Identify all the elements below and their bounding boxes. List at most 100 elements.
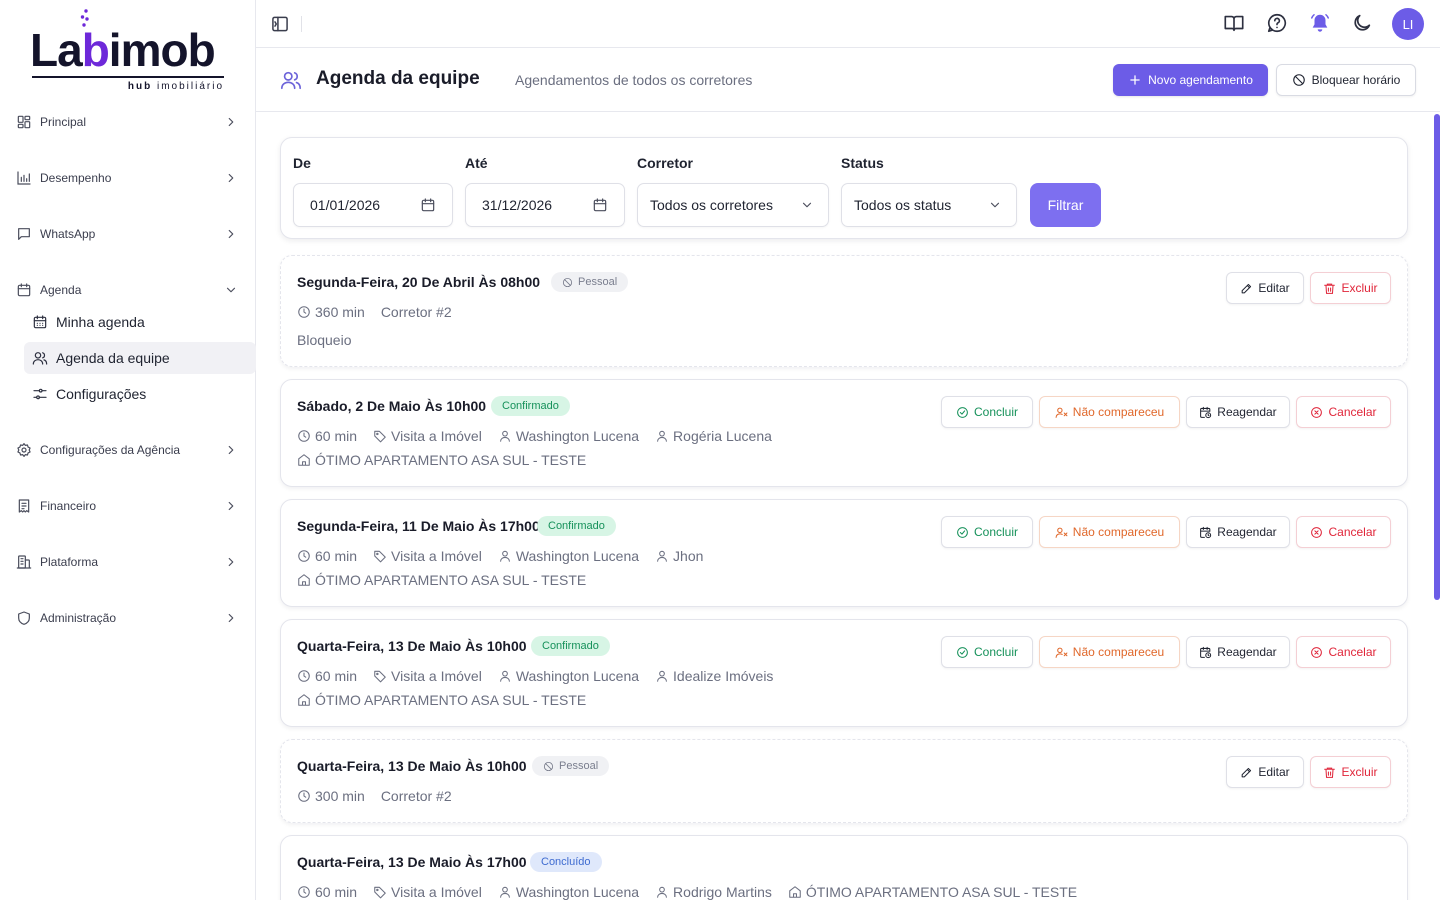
sidebar-subitem-agenda-equipe[interactable]: Agenda da equipe [24, 342, 256, 374]
chevron-right-icon [224, 611, 238, 625]
scrollbar-thumb[interactable] [1434, 114, 1440, 600]
check-circle-icon [956, 646, 969, 659]
reschedule-button[interactable]: Reagendar [1186, 396, 1290, 428]
plus-icon [1128, 73, 1142, 87]
avatar[interactable]: LI [1392, 8, 1424, 40]
sidebar-item-principal[interactable]: Principal [16, 109, 242, 135]
duration: 60 min [297, 428, 357, 444]
appointment-card[interactable]: Quarta-Feira, 13 De Maio Às 17h00 Conclu… [280, 835, 1408, 900]
pencil-icon [1240, 282, 1253, 295]
scrollbar[interactable] [1434, 112, 1440, 900]
status-badge: Pessoal [532, 756, 610, 776]
sidebar-item-config-agencia[interactable]: Configurações da Agência [16, 437, 242, 463]
appointment-card[interactable]: Segunda-Feira, 20 De Abril Às 08h00 Pess… [280, 255, 1408, 367]
reschedule-button[interactable]: Reagendar [1186, 516, 1290, 548]
client: Idealize Imóveis [655, 668, 773, 684]
agent-value: Washington Lucena [515, 884, 640, 900]
new-appointment-button[interactable]: Novo agendamento [1113, 64, 1268, 96]
sidebar-item-whatsapp[interactable]: WhatsApp [16, 221, 242, 247]
sidebar-item-agenda[interactable]: Agenda [16, 277, 242, 303]
no-show-button[interactable]: Não compareceu [1039, 516, 1180, 548]
brand-name-part: La [30, 24, 83, 76]
appointment-meta: 60 min Visita a Imóvel Washington Lucena… [297, 548, 719, 564]
sidebar-item-label: Principal [40, 115, 87, 129]
agent: Washington Lucena [498, 548, 639, 564]
appointment-datetime: Sábado, 2 De Maio Às 10h00 [297, 398, 487, 414]
cancel-button[interactable]: Cancelar [1296, 516, 1391, 548]
sidebar-item-financeiro[interactable]: Financeiro [16, 493, 242, 519]
topbar-divider [301, 16, 302, 32]
sidebar-toggle-icon[interactable] [270, 14, 290, 34]
delete-button[interactable]: Excluir [1310, 756, 1391, 788]
type-value: Visita a Imóvel [391, 548, 482, 564]
edit-button[interactable]: Editar [1226, 272, 1304, 304]
complete-button[interactable]: Concluir [941, 516, 1033, 548]
chevron-right-icon [224, 115, 238, 129]
moon-icon[interactable] [1351, 12, 1373, 34]
delete-button[interactable]: Excluir [1310, 272, 1391, 304]
edit-label: Editar [1258, 765, 1290, 779]
cancel-button[interactable]: Cancelar [1296, 636, 1391, 668]
calendar-clock-icon [1199, 526, 1212, 539]
complete-button[interactable]: Concluir [941, 636, 1033, 668]
edit-label: Editar [1258, 281, 1290, 295]
status-select[interactable]: Todos os status [841, 183, 1017, 227]
sidebar-item-plataforma[interactable]: Plataforma [16, 549, 242, 575]
appointment-card[interactable]: Quarta-Feira, 13 De Maio Às 10h00 Pessoa… [280, 739, 1408, 823]
status-badge-label: Pessoal [559, 760, 599, 772]
sidebar-item-label: Administração [40, 611, 117, 625]
agent-value: Washington Lucena [515, 668, 640, 684]
user-x-icon [1055, 646, 1068, 659]
help-chat-icon[interactable] [1266, 12, 1288, 34]
sidebar-item-label: Financeiro [40, 499, 97, 513]
broker-select[interactable]: Todos os corretores [637, 183, 829, 227]
sidebar-item-administracao[interactable]: Administração [16, 605, 242, 631]
to-date-input[interactable]: 31/12/2026 [465, 183, 625, 227]
appointment-card[interactable]: Quarta-Feira, 13 De Maio Às 10h00 Confir… [280, 619, 1408, 727]
page-title: Agenda da equipe [316, 68, 480, 89]
from-date-input[interactable]: 01/01/2026 [293, 183, 453, 227]
type-value: Visita a Imóvel [391, 668, 482, 684]
duration: 60 min [297, 548, 357, 564]
edit-button[interactable]: Editar [1226, 756, 1304, 788]
broker: Corretor #2 [380, 304, 452, 320]
no-show-button[interactable]: Não compareceu [1039, 396, 1180, 428]
appointment-card[interactable]: Segunda-Feira, 11 De Maio Às 17h00 Confi… [280, 499, 1408, 607]
cancel-button[interactable]: Cancelar [1296, 396, 1391, 428]
sidebar-subitem-minha-agenda[interactable]: Minha agenda [24, 306, 256, 338]
chevron-right-icon [224, 443, 238, 457]
clock-icon [297, 789, 311, 803]
no-show-label: Não compareceu [1072, 405, 1165, 419]
agent: Washington Lucena [498, 428, 639, 444]
chevron-right-icon [224, 499, 238, 513]
appointment-card[interactable]: Sábado, 2 De Maio Às 10h00 Confirmado 60… [280, 379, 1408, 487]
property: ÓTIMO APARTAMENTO ASA SUL - TESTE [297, 692, 586, 708]
complete-button[interactable]: Concluir [941, 396, 1033, 428]
reschedule-button[interactable]: Reagendar [1186, 636, 1290, 668]
ban-icon [543, 761, 554, 772]
delete-label: Excluir [1341, 765, 1378, 779]
filter-button[interactable]: Filtrar [1030, 183, 1101, 227]
clock-icon [297, 885, 311, 899]
trash-icon [1323, 282, 1336, 295]
sidebar-subitem-label: Configurações [56, 386, 147, 402]
duration-value: 60 min [315, 884, 358, 900]
no-show-button[interactable]: Não compareceu [1039, 636, 1180, 668]
no-show-label: Não compareceu [1072, 525, 1165, 539]
block-time-button[interactable]: Bloquear horário [1276, 64, 1416, 96]
appointment-note: Bloqueio [297, 332, 352, 348]
sidebar-item-label: Desempenho [40, 171, 112, 185]
sidebar-subitem-configuracoes[interactable]: Configurações [24, 378, 256, 410]
agent-value: Washington Lucena [515, 428, 640, 444]
bell-icon[interactable] [1309, 12, 1331, 34]
sidebar-item-label: Configurações da Agência [40, 443, 181, 457]
brand-logo[interactable]: Labimob hub imobiliário [30, 8, 226, 94]
book-icon[interactable] [1223, 12, 1245, 34]
duration-value: 360 min [315, 304, 365, 320]
complete-label: Concluir [973, 405, 1018, 419]
sliders-icon [32, 386, 48, 402]
no-show-label: Não compareceu [1072, 645, 1165, 659]
user-icon [655, 429, 669, 443]
sidebar-item-desempenho[interactable]: Desempenho [16, 165, 242, 191]
clock-icon [297, 549, 311, 563]
